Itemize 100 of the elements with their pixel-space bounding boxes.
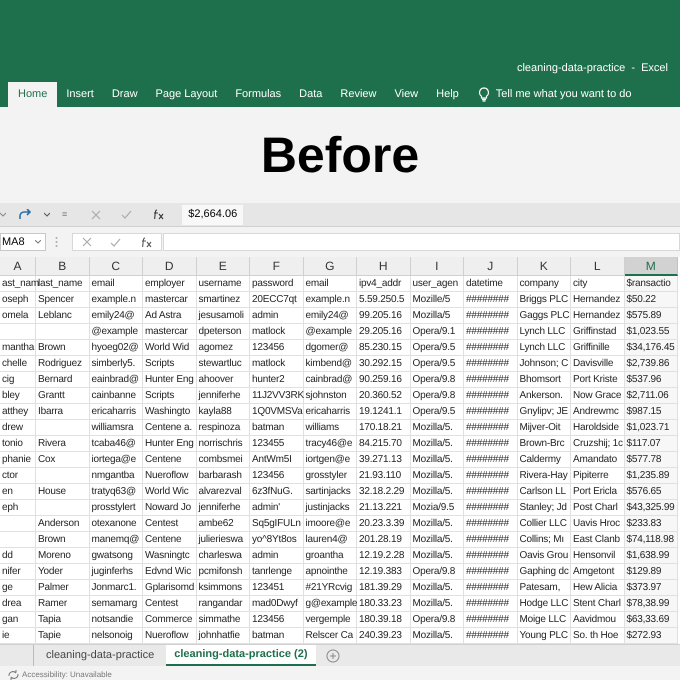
- table-cell: Opera/9.1: [410, 324, 464, 340]
- table-cell: ########: [464, 324, 518, 340]
- table-cell: emily24@: [90, 308, 143, 324]
- table-cell: iortega@e: [90, 452, 143, 468]
- table-cell: prosstylert: [90, 500, 143, 516]
- table-cell: Palmer: [36, 580, 90, 596]
- table-cell: ########: [464, 596, 518, 612]
- table-cell: dd: [0, 548, 36, 564]
- table-cell: 30.292.15: [357, 356, 410, 372]
- ribbon-tab[interactable]: Formulas: [226, 82, 290, 107]
- redo-icon[interactable]: [18, 209, 32, 220]
- name-box[interactable]: MA8: [0, 233, 46, 251]
- table-cell: $ransactio: [624, 276, 678, 292]
- formula-value-field[interactable]: $2,664.06: [182, 204, 244, 224]
- table-cell: Lynch LLC: [518, 324, 571, 340]
- drag-handle-icon[interactable]: [55, 236, 58, 248]
- table-cell: cig: [0, 372, 36, 388]
- column-header[interactable]: C: [90, 257, 143, 276]
- table-cell: cainbanne: [90, 388, 143, 404]
- tell-me-search[interactable]: Tell me what you want to do: [496, 86, 632, 103]
- ribbon-tab[interactable]: Review: [331, 82, 386, 107]
- table-cell: ########: [464, 564, 518, 580]
- undo-caret-icon[interactable]: [0, 212, 6, 217]
- table-cell: matlock: [250, 356, 304, 372]
- table-cell: Grantt: [36, 388, 90, 404]
- overlay-heading: Before: [260, 130, 420, 180]
- sheet-tab[interactable]: cleaning-data-practice (2): [166, 645, 316, 666]
- table-cell: 29.205.16: [357, 324, 410, 340]
- customize-toolbar-button[interactable]: =: [62, 208, 68, 222]
- column-header[interactable]: B: [36, 257, 90, 276]
- table-cell: Opera/9.8: [410, 388, 464, 404]
- ribbon-tab[interactable]: Data: [290, 82, 332, 107]
- table-cell: 123456: [250, 468, 304, 484]
- table-cell: respinoza: [196, 420, 250, 436]
- table-cell: semamarg: [90, 596, 143, 612]
- table-cell: apnointhe: [304, 564, 357, 580]
- ribbon-tab[interactable]: Help: [427, 82, 468, 107]
- column-header[interactable]: L: [571, 257, 624, 276]
- table-cell: tracy46@e: [304, 436, 357, 452]
- table-cell: notsandie: [90, 612, 143, 628]
- table-cell: ########: [464, 356, 518, 372]
- table-cell: ########: [464, 388, 518, 404]
- table-cell: juginferhs: [90, 564, 143, 580]
- column-header[interactable]: H: [357, 257, 410, 276]
- table-cell: Mozilla/5.: [410, 468, 464, 484]
- table-cell: $987.15: [624, 404, 678, 420]
- table-cell: 21.93.110: [357, 468, 410, 484]
- column-header[interactable]: J: [464, 257, 518, 276]
- table-cell: Gplarisomd: [143, 580, 196, 596]
- column-header[interactable]: A: [0, 257, 36, 276]
- table-cell: $233.83: [624, 516, 678, 532]
- table-cell: hyoeg02@: [90, 340, 143, 356]
- check-icon[interactable]: [110, 238, 122, 246]
- ribbon-tab[interactable]: Home: [8, 82, 58, 107]
- table-cell: 11J2VV3RK: [250, 388, 304, 404]
- table-cell: 20ECC7qt: [250, 292, 304, 308]
- function-icon[interactable]: [140, 236, 152, 248]
- column-header[interactable]: D: [143, 257, 196, 276]
- column-header[interactable]: I: [410, 257, 464, 276]
- table-cell: eainbrad@: [90, 372, 143, 388]
- table-cell: williamsra: [90, 420, 143, 436]
- caret-icon[interactable]: [44, 212, 50, 217]
- column-header[interactable]: G: [304, 257, 357, 276]
- table-cell: Opera/9.5: [410, 340, 464, 356]
- table-cell: Mozilla/5.: [410, 580, 464, 596]
- column-header[interactable]: E: [196, 257, 250, 276]
- cancel-icon[interactable]: [82, 237, 92, 247]
- table-cell: ge: [0, 580, 36, 596]
- table-cell: Centest: [143, 516, 196, 532]
- table-cell: drew: [0, 420, 36, 436]
- table-cell: employer: [143, 276, 196, 292]
- table-cell: gwatsong: [90, 548, 143, 564]
- formula-input-field[interactable]: [163, 233, 680, 251]
- table-cell: Ad Astra: [143, 308, 196, 324]
- empty-cell: [36, 324, 90, 340]
- check-icon[interactable]: [121, 210, 132, 219]
- table-cell: ########: [464, 532, 518, 548]
- ribbon-tab[interactable]: Insert: [57, 82, 103, 107]
- table-cell: Oavis Grou: [518, 548, 571, 564]
- table-cell: emily24@: [304, 308, 357, 324]
- table-cell: example.n: [90, 292, 143, 308]
- table-cell: ########: [464, 500, 518, 516]
- cancel-icon[interactable]: [91, 210, 102, 220]
- column-header[interactable]: M: [624, 257, 678, 276]
- ribbon-tab[interactable]: Draw: [102, 82, 147, 107]
- table-cell: mad0Dwyf: [250, 596, 304, 612]
- table-cell: simberly5.: [90, 356, 143, 372]
- function-icon[interactable]: [152, 209, 164, 220]
- column-header[interactable]: K: [518, 257, 571, 276]
- table-cell: Mijver-Oit: [518, 420, 571, 436]
- column-header[interactable]: F: [250, 257, 304, 276]
- ribbon-tab[interactable]: Page Layout: [146, 82, 226, 107]
- add-sheet-icon[interactable]: [326, 648, 340, 662]
- accessibility-icon: [8, 670, 19, 680]
- table-cell: Gaggs PLC: [518, 308, 571, 324]
- ribbon-tab[interactable]: View: [385, 82, 428, 107]
- table-cell: Sq5gIFULn: [250, 516, 304, 532]
- table-cell: Briggs PLC: [518, 292, 571, 308]
- table-cell: $78,38.99: [624, 596, 678, 612]
- table-cell: gan: [0, 612, 36, 628]
